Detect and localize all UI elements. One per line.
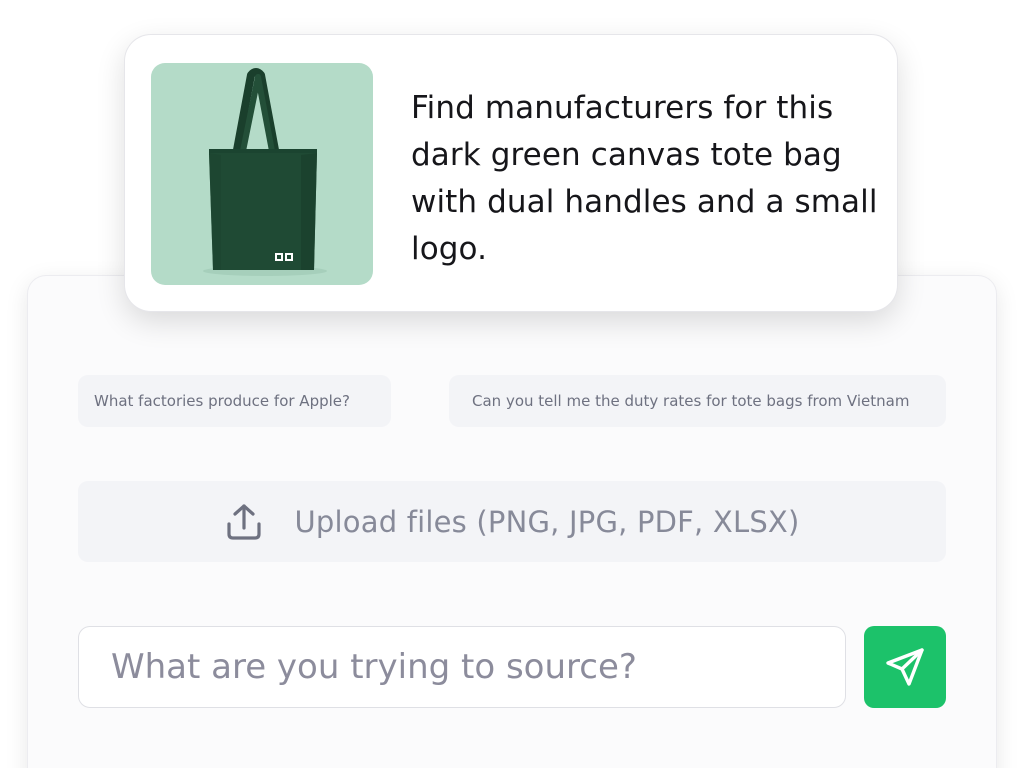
- suggestion-chip-1[interactable]: What factories produce for Apple?: [78, 375, 391, 427]
- tote-bag-illustration: [203, 68, 327, 276]
- upload-icon: [227, 503, 262, 540]
- user-message-bubble: Find manufacturers for this dark green c…: [125, 35, 897, 311]
- app-stage: Find manufacturers for this dark green c…: [0, 0, 1024, 768]
- upload-files-button[interactable]: Upload files (PNG, JPG, PDF, XLSX): [78, 481, 946, 562]
- upload-label: Upload files (PNG, JPG, PDF, XLSX): [294, 504, 800, 539]
- tote-bag-image: [151, 63, 373, 285]
- suggestion-chip-2[interactable]: Can you tell me the duty rates for tote …: [449, 375, 946, 427]
- source-query-input[interactable]: [78, 626, 846, 708]
- send-button[interactable]: [864, 626, 946, 708]
- message-text: Find manufacturers for this dark green c…: [411, 90, 878, 267]
- send-icon: [886, 648, 924, 686]
